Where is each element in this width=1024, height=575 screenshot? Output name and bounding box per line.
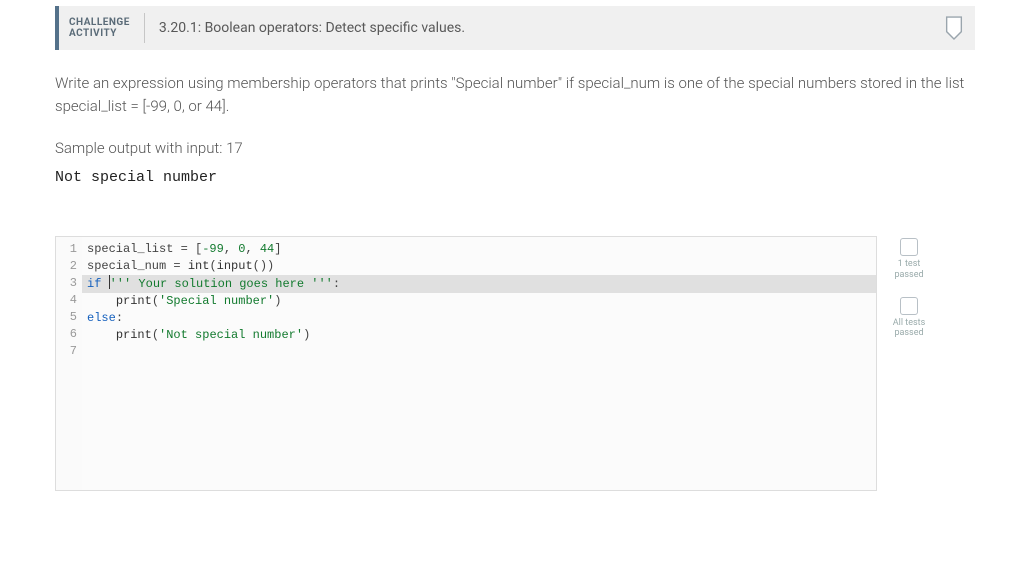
- challenge-line-1: CHALLENGE: [69, 17, 130, 28]
- sample-output-label: Sample output with input: 17: [55, 117, 975, 157]
- sample-output: Not special number: [55, 157, 975, 236]
- code-editor[interactable]: 1234567 special_list = [-99, 0, 44]speci…: [55, 236, 877, 491]
- instructions-text: Write an expression using membership ope…: [55, 50, 975, 117]
- code-line[interactable]: print('Not special number'): [82, 327, 876, 344]
- code-line[interactable]: if ''' Your solution goes here ''':: [82, 275, 876, 293]
- code-line[interactable]: special_num = int(input()): [82, 258, 876, 275]
- code-body[interactable]: special_list = [-99, 0, 44]special_num =…: [82, 237, 876, 490]
- code-line[interactable]: special_list = [-99, 0, 44]: [82, 241, 876, 258]
- activity-title: 3.20.1: Boolean operators: Detect specif…: [145, 20, 943, 36]
- test-status-1: 1 test passed: [894, 238, 923, 281]
- test-label: passed: [894, 270, 923, 281]
- test-label: passed: [894, 328, 923, 339]
- challenge-activity-badge: CHALLENGE ACTIVITY: [59, 13, 145, 43]
- shield-icon: [943, 15, 965, 41]
- code-line[interactable]: print('Special number'): [82, 293, 876, 310]
- test-status-all: All tests passed: [893, 297, 925, 340]
- test-label: 1 test: [898, 259, 921, 270]
- code-line[interactable]: else:: [82, 310, 876, 327]
- test-status-sidebar: 1 test passed All tests passed: [887, 236, 931, 339]
- line-number-gutter: 1234567: [56, 237, 82, 490]
- challenge-line-2: ACTIVITY: [69, 28, 130, 39]
- challenge-header: CHALLENGE ACTIVITY 3.20.1: Boolean opera…: [55, 6, 975, 50]
- checkbox-icon: [900, 238, 918, 256]
- test-label: All tests: [893, 318, 925, 329]
- checkbox-icon: [900, 297, 918, 315]
